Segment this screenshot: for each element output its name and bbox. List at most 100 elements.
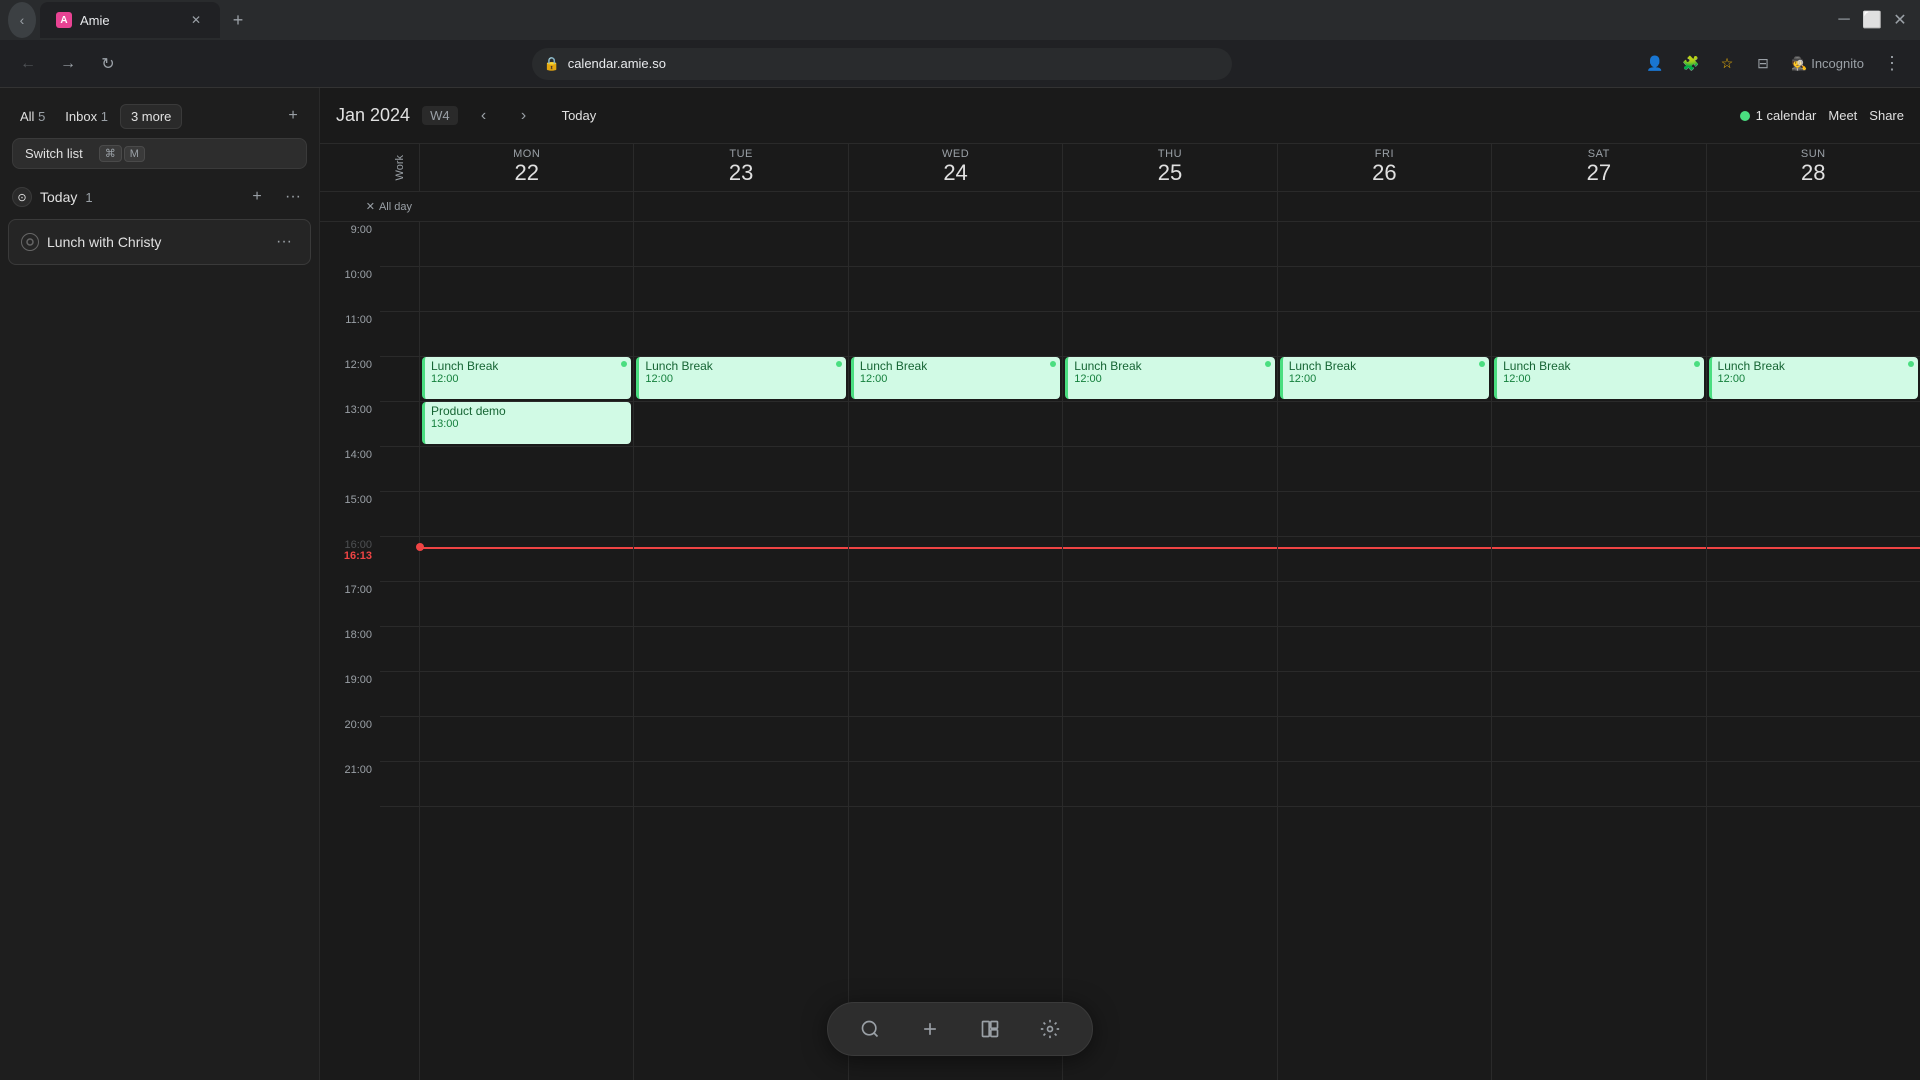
allday-cell-sat[interactable]	[1492, 192, 1706, 221]
day-col-fri[interactable]: Fri 26	[1278, 144, 1492, 191]
day-name-sat: Sat	[1588, 148, 1610, 160]
allday-cell-sun[interactable]	[1707, 192, 1920, 221]
incognito-icon: 🕵	[1791, 56, 1807, 72]
day-name-fri: Fri	[1375, 148, 1394, 160]
more-button[interactable]: 3 more	[120, 104, 182, 129]
settings-toolbar-button[interactable]	[1032, 1011, 1068, 1047]
url-text: calendar.amie.so	[568, 56, 666, 71]
sidebar-toggle[interactable]: ⊟	[1747, 48, 1779, 80]
event-lunch-break-tue[interactable]: Lunch Break 12:00	[636, 357, 845, 399]
time-label-12: 12:00	[320, 357, 380, 402]
time-label-16: 16:00 16:13	[320, 537, 380, 582]
active-tab[interactable]: A Amie ✕	[40, 2, 220, 38]
tab-all[interactable]: All 5	[12, 105, 53, 128]
share-button[interactable]: Share	[1869, 108, 1904, 123]
grid-col-wed[interactable]: Lunch Break 12:00	[849, 222, 1063, 1080]
browser-frame: ‹ A Amie ✕ + ─ ⬜ ✕ ← → ↻ 🔒 calendar.amie…	[0, 0, 1920, 1080]
day-num-sun: 28	[1801, 160, 1825, 186]
grid-col-tue[interactable]: Lunch Break 12:00	[634, 222, 848, 1080]
day-col-sun[interactable]: Sun 28	[1707, 144, 1920, 191]
current-time-dot	[416, 543, 424, 551]
today-button[interactable]: Today	[550, 104, 609, 127]
day-col-thu[interactable]: Thu 25	[1063, 144, 1277, 191]
day-num-wed: 24	[943, 160, 967, 186]
sidebar: All 5 Inbox 1 3 more + Switch list ⌘ M	[0, 88, 320, 1080]
event-lunch-break-thu[interactable]: Lunch Break 12:00	[1065, 357, 1274, 399]
close-window-button[interactable]: ✕	[1888, 8, 1912, 32]
time-grid[interactable]: 9:00 10:00 11:00 12:00 13:00 14:00 15:00…	[320, 222, 1920, 1080]
grid-col-fri[interactable]: Lunch Break 12:00	[1278, 222, 1492, 1080]
event-lunch-break-fri[interactable]: Lunch Break 12:00	[1280, 357, 1489, 399]
grid-col-sun[interactable]: Lunch Break 12:00	[1707, 222, 1920, 1080]
day-name-wed: Wed	[942, 148, 969, 160]
grid-columns: Lunch Break 12:00 Produc	[380, 222, 1920, 1080]
grid-col-mon[interactable]: Lunch Break 12:00 Produc	[420, 222, 634, 1080]
task-label: Lunch with Christy	[47, 234, 262, 250]
allday-x[interactable]: ✕ All day	[320, 192, 420, 221]
task-item[interactable]: Lunch with Christy ···	[8, 219, 311, 265]
reload-button[interactable]: ↻	[92, 48, 124, 80]
switch-list-button[interactable]: Switch list ⌘ M	[12, 138, 307, 169]
today-add-button[interactable]: +	[243, 183, 271, 211]
maximize-button[interactable]: ⬜	[1860, 8, 1884, 32]
meet-button[interactable]: Meet	[1828, 108, 1857, 123]
today-section: ⊙ Today 1 + ···	[0, 177, 319, 217]
incognito-button[interactable]: 🕵 Incognito	[1783, 48, 1872, 80]
week-badge[interactable]: W4	[422, 106, 458, 125]
bookmark-icon[interactable]: ☆	[1711, 48, 1743, 80]
allday-cell-fri[interactable]	[1278, 192, 1492, 221]
forward-button[interactable]: →	[52, 48, 84, 80]
prev-tab-arrow[interactable]: ‹	[8, 2, 36, 38]
extension-icon[interactable]: 🧩	[1675, 48, 1707, 80]
menu-button[interactable]: ⋮	[1876, 48, 1908, 80]
event-lunch-break-sun[interactable]: Lunch Break 12:00	[1709, 357, 1918, 399]
today-title: Today	[40, 189, 77, 205]
event-lunch-break-mon[interactable]: Lunch Break 12:00	[422, 357, 631, 399]
add-toolbar-button[interactable]	[912, 1011, 948, 1047]
current-time-line-sun	[1707, 547, 1920, 549]
calendar-header-right: 1 calendar Meet Share	[1740, 108, 1904, 123]
day-col-tue[interactable]: Tue 23	[634, 144, 848, 191]
day-col-mon[interactable]: Mon 22	[420, 144, 634, 191]
day-col-wed[interactable]: Wed 24	[849, 144, 1063, 191]
tab-inbox[interactable]: Inbox 1	[57, 105, 116, 128]
task-checkbox[interactable]	[21, 233, 39, 251]
add-item-button[interactable]: +	[279, 102, 307, 130]
day-name-sun: Sun	[1801, 148, 1826, 160]
day-col-sat[interactable]: Sat 27	[1492, 144, 1706, 191]
event-lunch-title-fri: Lunch Break	[1289, 359, 1356, 373]
time-label-20: 20:00	[320, 717, 380, 762]
event-demo-time: 13:00	[431, 418, 506, 430]
next-week-button[interactable]: ›	[510, 102, 538, 130]
event-lunch-break-sat[interactable]: Lunch Break 12:00	[1494, 357, 1703, 399]
wh-13	[380, 762, 419, 807]
minimize-button[interactable]: ─	[1832, 8, 1856, 32]
tab-close-button[interactable]: ✕	[188, 12, 204, 28]
event-lunch-title-thu: Lunch Break	[1074, 359, 1141, 373]
switch-list-tooltip: Switch list ⌘ M	[12, 138, 307, 169]
back-button[interactable]: ←	[12, 48, 44, 80]
allday-cell-mon[interactable]	[420, 192, 634, 221]
new-tab-button[interactable]: +	[224, 6, 252, 34]
grid-col-thu[interactable]: Lunch Break 12:00	[1063, 222, 1277, 1080]
search-toolbar-button[interactable]	[852, 1011, 888, 1047]
lock-icon: 🔒	[544, 56, 560, 72]
tab-title: Amie	[80, 13, 180, 28]
event-lunch-break-wed[interactable]: Lunch Break 12:00	[851, 357, 1060, 399]
address-bar[interactable]: 🔒 calendar.amie.so	[532, 48, 1232, 80]
all-count: 5	[38, 109, 45, 124]
prev-week-button[interactable]: ‹	[470, 102, 498, 130]
today-menu-button[interactable]: ···	[279, 183, 307, 211]
allday-cell-tue[interactable]	[634, 192, 848, 221]
event-product-demo[interactable]: Product demo 13:00	[422, 402, 631, 444]
current-time-line-sat	[1492, 547, 1705, 549]
layout-toolbar-button[interactable]	[972, 1011, 1008, 1047]
work-label[interactable]: Work	[394, 155, 406, 180]
profile-icon[interactable]: 👤	[1639, 48, 1671, 80]
allday-cell-thu[interactable]	[1063, 192, 1277, 221]
allday-cell-wed[interactable]	[849, 192, 1063, 221]
task-menu-button[interactable]: ···	[270, 228, 298, 256]
grid-col-sat[interactable]: Lunch Break 12:00	[1492, 222, 1706, 1080]
calendar-indicator[interactable]: 1 calendar	[1740, 108, 1817, 123]
event-lunch-title-sun: Lunch Break	[1718, 359, 1785, 373]
